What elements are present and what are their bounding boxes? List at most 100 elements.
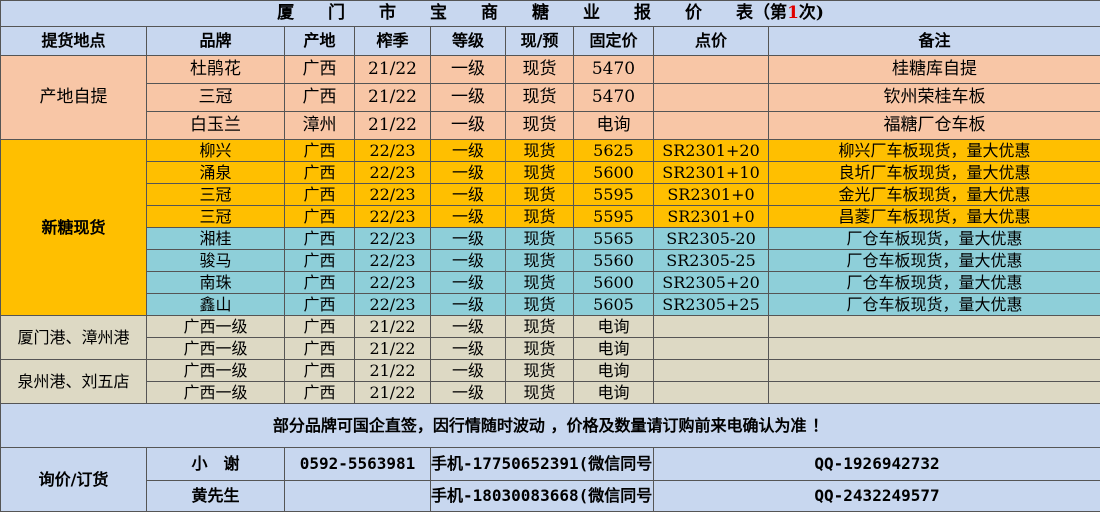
grade-cell: 一级 (431, 84, 506, 112)
note-cell: 厂仓车板现货，量大优惠 (769, 250, 1100, 272)
brand-cell: 南珠 (147, 272, 285, 294)
season-cell: 22/23 (355, 272, 431, 294)
brand-cell: 广西一级 (147, 316, 285, 338)
brand-cell: 三冠 (147, 84, 285, 112)
point-price-cell (654, 56, 769, 84)
origin-cell: 广西 (285, 84, 355, 112)
origin-cell: 广西 (285, 184, 355, 206)
table-row: 南珠广西22/23一级现货5600SR2305+20厂仓车板现货，量大优惠 (1, 272, 1100, 294)
contact-name: 小 谢 (147, 448, 285, 481)
brand-cell: 三冠 (147, 206, 285, 228)
note-cell: 福糖厂仓车板 (769, 112, 1100, 140)
type-cell: 现货 (506, 184, 574, 206)
table-row: 三冠广西22/23一级现货5595SR2301+0金光厂车板现货，量大优惠 (1, 184, 1100, 206)
origin-cell: 广西 (285, 140, 355, 162)
table-row: 三冠广西22/23一级现货5595SR2301+0昌菱厂车板现货，量大优惠 (1, 206, 1100, 228)
grade-cell: 一级 (431, 250, 506, 272)
note-cell: 金光厂车板现货，量大优惠 (769, 184, 1100, 206)
fixed-price-cell: 5470 (574, 56, 654, 84)
table-row: 白玉兰漳州21/22一级现货电询福糖厂仓车板 (1, 112, 1100, 140)
fixed-price-cell: 电询 (574, 338, 654, 360)
note-cell (769, 316, 1100, 338)
fixed-price-cell: 5600 (574, 162, 654, 184)
season-cell: 22/23 (355, 162, 431, 184)
origin-cell: 广西 (285, 382, 355, 404)
type-cell: 现货 (506, 360, 574, 382)
quote-table: 厦 门 市 宝 商 糖 业 报 价 表（第1次) 提货地点 品牌 产地 榨季 等… (0, 0, 1100, 512)
season-cell: 22/23 (355, 206, 431, 228)
point-price-cell (654, 112, 769, 140)
origin-cell: 广西 (285, 250, 355, 272)
grade-cell: 一级 (431, 316, 506, 338)
brand-cell: 广西一级 (147, 338, 285, 360)
origin-cell: 广西 (285, 162, 355, 184)
group-label-origin-pickup: 产地自提 (1, 56, 147, 140)
col-header-season: 榨季 (355, 27, 431, 56)
fixed-price-cell: 5470 (574, 84, 654, 112)
grade-cell: 一级 (431, 112, 506, 140)
point-price-cell: SR2301+20 (654, 140, 769, 162)
col-header-origin: 产地 (285, 27, 355, 56)
contact-qq: QQ-1926942732 (654, 448, 1100, 481)
fixed-price-cell: 5625 (574, 140, 654, 162)
group-label-new-sugar: 新糖现货 (1, 140, 147, 316)
origin-cell: 广西 (285, 294, 355, 316)
fixed-price-cell: 电询 (574, 112, 654, 140)
season-cell: 21/22 (355, 112, 431, 140)
origin-cell: 漳州 (285, 112, 355, 140)
grade-cell: 一级 (431, 228, 506, 250)
table-row: 鑫山广西22/23一级现货5605SR2305+25厂仓车板现货，量大优惠 (1, 294, 1100, 316)
origin-cell: 广西 (285, 360, 355, 382)
grade-cell: 一级 (431, 360, 506, 382)
type-cell: 现货 (506, 140, 574, 162)
grade-cell: 一级 (431, 206, 506, 228)
contact-label: 询价/订货 (1, 448, 147, 512)
col-header-brand: 品牌 (147, 27, 285, 56)
note-cell: 厂仓车板现货，量大优惠 (769, 272, 1100, 294)
brand-cell: 白玉兰 (147, 112, 285, 140)
table-row: 广西一级广西21/22一级现货电询 (1, 338, 1100, 360)
contact-name: 黄先生 (147, 481, 285, 512)
title-row: 厦 门 市 宝 商 糖 业 报 价 表（第1次) (1, 1, 1100, 27)
type-cell: 现货 (506, 272, 574, 294)
type-cell: 现货 (506, 382, 574, 404)
col-header-note: 备注 (769, 27, 1100, 56)
origin-cell: 广西 (285, 272, 355, 294)
brand-cell: 涌泉 (147, 162, 285, 184)
type-cell: 现货 (506, 316, 574, 338)
origin-cell: 广西 (285, 228, 355, 250)
fixed-price-cell: 电询 (574, 316, 654, 338)
note-cell: 厂仓车板现货，量大优惠 (769, 294, 1100, 316)
note-cell: 桂糖库自提 (769, 56, 1100, 84)
brand-cell: 广西一级 (147, 382, 285, 404)
point-price-cell (654, 360, 769, 382)
type-cell: 现货 (506, 338, 574, 360)
fixed-price-cell: 电询 (574, 360, 654, 382)
title-prefix: 厦 门 市 宝 商 糖 业 报 价 表（第 (277, 3, 787, 23)
contact-phone: 0592-5563981 (285, 448, 431, 481)
table-row: 骏马广西22/23一级现货5560SR2305-25厂仓车板现货，量大优惠 (1, 250, 1100, 272)
col-header-point-price: 点价 (654, 27, 769, 56)
point-price-cell: SR2305+25 (654, 294, 769, 316)
table-row: 产地自提杜鹃花广西21/22一级现货5470桂糖库自提 (1, 56, 1100, 84)
season-cell: 21/22 (355, 316, 431, 338)
brand-cell: 骏马 (147, 250, 285, 272)
brand-cell: 柳兴 (147, 140, 285, 162)
brand-cell: 广西一级 (147, 360, 285, 382)
type-cell: 现货 (506, 56, 574, 84)
brand-cell: 杜鹃花 (147, 56, 285, 84)
page-title: 厦 门 市 宝 商 糖 业 报 价 表（第1次) (1, 1, 1100, 27)
note-cell (769, 382, 1100, 404)
notice-text: 部分品牌可国企直签，因行情随时波动 ，价格及数量请订购前来电确认为准 ！ (1, 404, 1100, 448)
season-cell: 22/23 (355, 184, 431, 206)
table-row: 湘桂广西22/23一级现货5565SR2305-20厂仓车板现货，量大优惠 (1, 228, 1100, 250)
grade-cell: 一级 (431, 338, 506, 360)
grade-cell: 一级 (431, 294, 506, 316)
point-price-cell: SR2301+0 (654, 206, 769, 228)
type-cell: 现货 (506, 294, 574, 316)
col-header-pickup: 提货地点 (1, 27, 147, 56)
grade-cell: 一级 (431, 140, 506, 162)
type-cell: 现货 (506, 250, 574, 272)
point-price-cell (654, 382, 769, 404)
table-row: 新糖现货柳兴广西22/23一级现货5625SR2301+20柳兴厂车板现货，量大… (1, 140, 1100, 162)
